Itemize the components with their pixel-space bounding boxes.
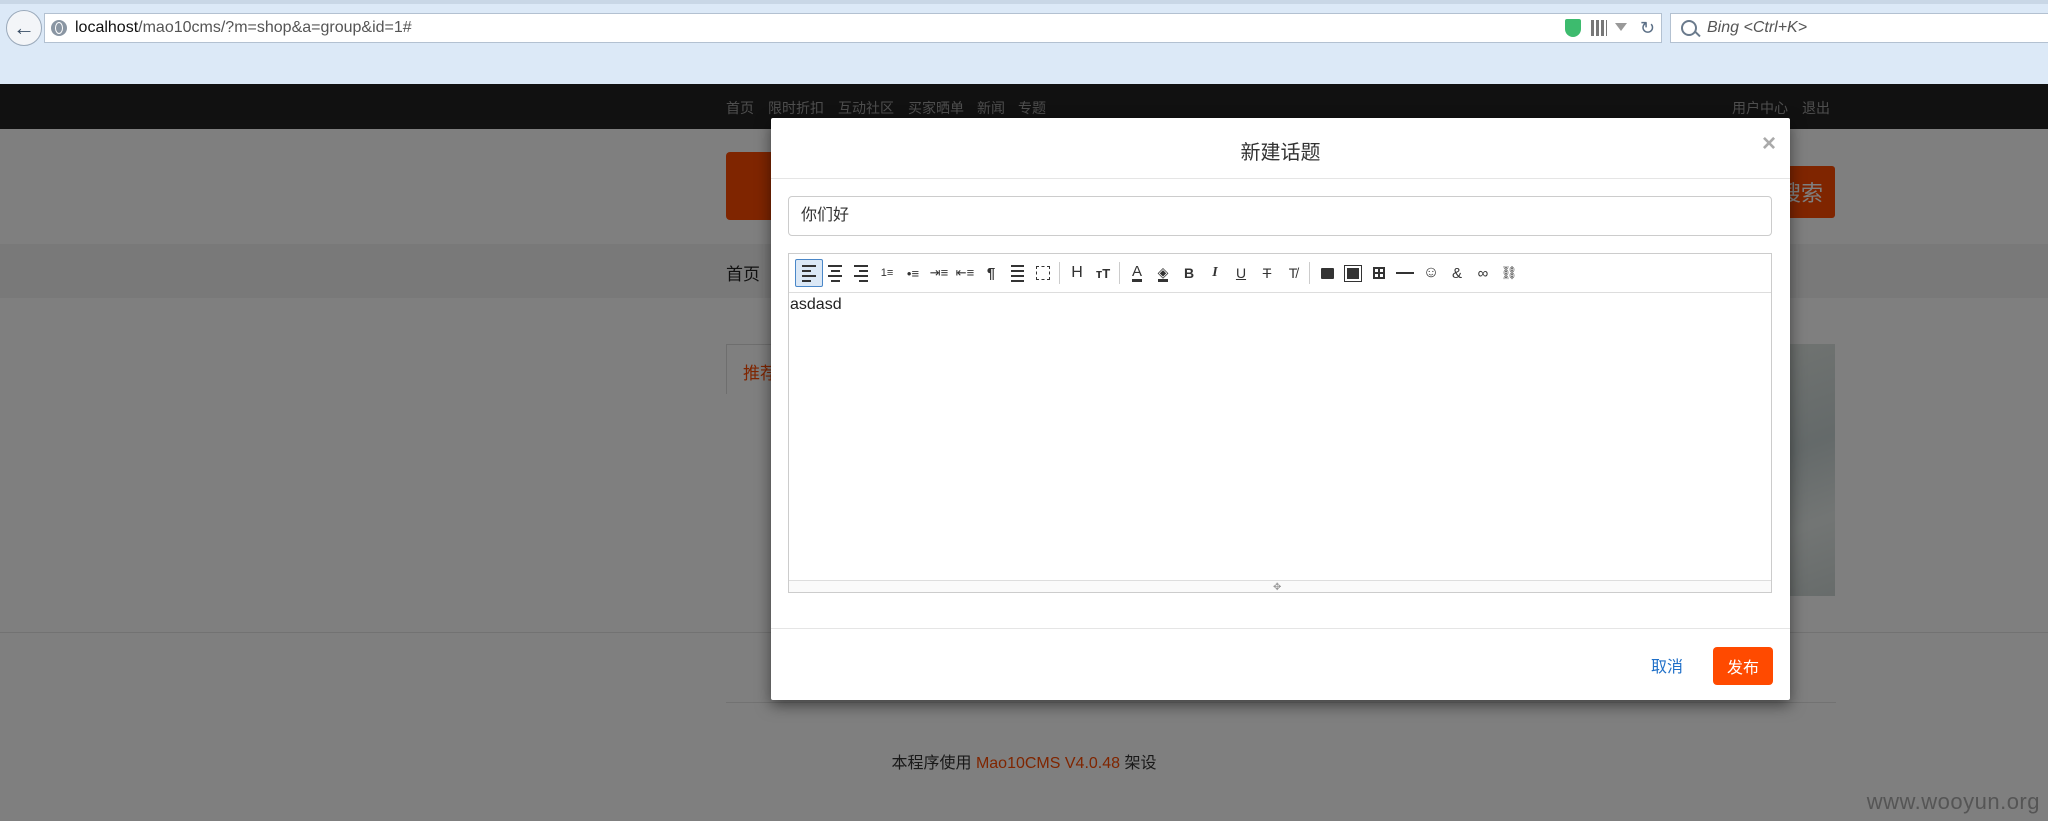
- back-button[interactable]: ←: [6, 10, 42, 46]
- address-bar[interactable]: localhost/mao10cms/?m=shop&a=group&id=1#…: [44, 13, 1662, 43]
- toolbar-separator: [1309, 262, 1310, 284]
- url-path: /mao10cms/?m=shop&a=group&id=1#: [138, 19, 412, 36]
- font-color-icon[interactable]: A: [1123, 259, 1151, 287]
- ordered-list-icon[interactable]: 1≡: [873, 259, 901, 287]
- editor-content[interactable]: asdasd: [789, 293, 1771, 569]
- indent-icon[interactable]: ⇥≡: [925, 259, 953, 287]
- back-arrow-icon: ←: [13, 15, 35, 40]
- align-center-icon[interactable]: [821, 259, 849, 287]
- dropdown-arrow-icon[interactable]: [1615, 23, 1627, 31]
- modal-title: 新建话题: [1240, 142, 1321, 164]
- clear-format-icon[interactable]: T̸: [1279, 259, 1307, 287]
- modal-header: 新建话题 ×: [771, 118, 1790, 179]
- editor-resize-bar[interactable]: ✥: [789, 580, 1771, 593]
- search-placeholder: Bing <Ctrl+K>: [1707, 19, 1808, 36]
- toolbar-separator: [1059, 262, 1060, 284]
- unlink-icon[interactable]: ⛓: [1495, 259, 1523, 287]
- editor-toolbar: 1≡ •≡ ⇥≡ ⇤≡ ¶ H тT A ◈ B I U T T̸ ☺ & ∞: [789, 254, 1771, 293]
- select-all-icon[interactable]: [1029, 259, 1057, 287]
- tab-strip-edge: [0, 0, 2048, 4]
- modal-footer: 取消 发布: [771, 628, 1790, 700]
- align-right-icon[interactable]: [847, 259, 875, 287]
- special-char-icon[interactable]: &: [1443, 259, 1471, 287]
- globe-icon: [51, 20, 67, 36]
- topic-title-input[interactable]: 你们好: [788, 196, 1772, 236]
- format-painter-icon[interactable]: ¶: [977, 259, 1005, 287]
- emoji-icon[interactable]: ☺: [1417, 259, 1445, 287]
- horizontal-rule-icon[interactable]: [1391, 259, 1419, 287]
- new-topic-modal: 新建话题 × 你们好 1≡ •≡ ⇥≡ ⇤≡ ¶ H тT A ◈ B I U …: [771, 118, 1790, 700]
- toolbar-separator: [1119, 262, 1120, 284]
- close-icon[interactable]: ×: [1762, 130, 1776, 158]
- url-text: localhost/mao10cms/?m=shop&a=group&id=1#: [75, 19, 412, 37]
- shield-icon[interactable]: [1565, 19, 1581, 37]
- resize-handle-icon[interactable]: ✥: [1273, 582, 1281, 593]
- qr-code-icon[interactable]: [1591, 20, 1607, 36]
- link-icon[interactable]: ∞: [1469, 259, 1497, 287]
- browser-toolbar: ← localhost/mao10cms/?m=shop&a=group&id=…: [0, 0, 2048, 84]
- multi-image-icon[interactable]: [1339, 259, 1367, 287]
- underline-icon[interactable]: U: [1227, 259, 1255, 287]
- align-left-icon[interactable]: [795, 259, 823, 287]
- strikethrough-icon[interactable]: T: [1253, 259, 1281, 287]
- italic-icon[interactable]: I: [1201, 259, 1229, 287]
- browser-search-box[interactable]: Bing <Ctrl+K>: [1670, 13, 2048, 43]
- image-icon[interactable]: [1313, 259, 1341, 287]
- watermark: www.wooyun.org: [1866, 789, 2040, 814]
- rich-text-editor: 1≡ •≡ ⇥≡ ⇤≡ ¶ H тT A ◈ B I U T T̸ ☺ & ∞: [788, 253, 1772, 593]
- publish-button[interactable]: 发布: [1713, 647, 1773, 685]
- justify-icon[interactable]: [1003, 259, 1031, 287]
- search-icon: [1681, 20, 1697, 36]
- bold-icon[interactable]: B: [1175, 259, 1203, 287]
- reload-icon[interactable]: ↻: [1640, 18, 1655, 39]
- background-color-icon[interactable]: ◈: [1149, 259, 1177, 287]
- font-size-icon[interactable]: тT: [1089, 259, 1117, 287]
- unordered-list-icon[interactable]: •≡: [899, 259, 927, 287]
- outdent-icon[interactable]: ⇤≡: [951, 259, 979, 287]
- cancel-button[interactable]: 取消: [1647, 647, 1687, 683]
- table-icon[interactable]: [1365, 259, 1393, 287]
- url-host: localhost: [75, 19, 139, 36]
- heading-icon[interactable]: H: [1063, 259, 1091, 287]
